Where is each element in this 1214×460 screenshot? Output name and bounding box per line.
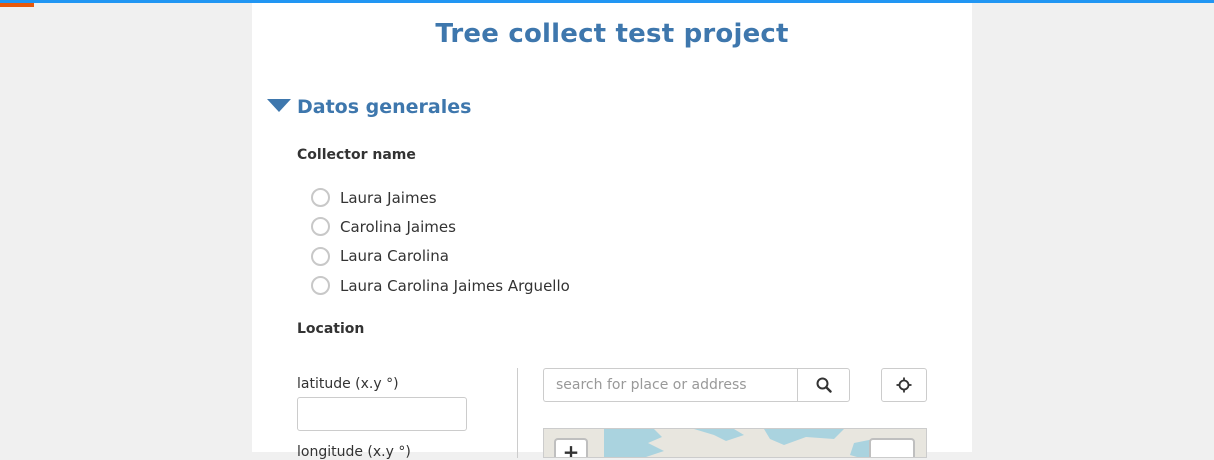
- caret-down-icon[interactable]: [267, 98, 291, 112]
- zoom-in-button[interactable]: +: [554, 438, 588, 457]
- search-icon: [816, 377, 832, 393]
- search-button[interactable]: [797, 368, 850, 402]
- form-title: Tree collect test project: [435, 19, 789, 49]
- longitude-label: longitude (x.y °): [297, 444, 411, 460]
- radio-option[interactable]: Laura Carolina Jaimes Arguello: [311, 271, 570, 300]
- vertical-divider: [517, 368, 518, 458]
- detect-location-button[interactable]: [881, 368, 927, 402]
- place-search-input[interactable]: [543, 368, 799, 402]
- location-label: Location: [297, 321, 365, 337]
- radio-button[interactable]: [311, 276, 330, 296]
- collector-name-label: Collector name: [297, 147, 416, 163]
- radio-button[interactable]: [311, 246, 330, 266]
- latitude-label: latitude (x.y °): [297, 376, 399, 392]
- collector-options: Laura Jaimes Carolina Jaimes Laura Carol…: [311, 183, 570, 300]
- radio-button[interactable]: [311, 217, 330, 237]
- latitude-label-wrap: latitude (x.y °): [297, 373, 399, 392]
- group-header-datos-generales[interactable]: Datos generales: [267, 96, 471, 118]
- option-label: Carolina Jaimes: [340, 217, 456, 236]
- latitude-input[interactable]: [297, 397, 467, 431]
- form-page: Tree collect test project Datos generale…: [252, 3, 972, 460]
- radio-option[interactable]: Laura Carolina: [311, 242, 570, 271]
- option-label: Laura Carolina Jaimes Arguello: [340, 276, 570, 295]
- location-map[interactable]: +: [543, 428, 927, 458]
- radio-button[interactable]: [311, 188, 330, 208]
- group-title: Datos generales: [297, 96, 472, 118]
- crosshair-icon: [896, 377, 912, 393]
- option-label: Laura Jaimes: [340, 188, 437, 207]
- map-layers-button[interactable]: [869, 438, 915, 457]
- option-label: Laura Carolina: [340, 247, 449, 266]
- radio-option[interactable]: Carolina Jaimes: [311, 212, 570, 241]
- radio-option[interactable]: Laura Jaimes: [311, 183, 570, 212]
- progress-bar: [0, 3, 34, 7]
